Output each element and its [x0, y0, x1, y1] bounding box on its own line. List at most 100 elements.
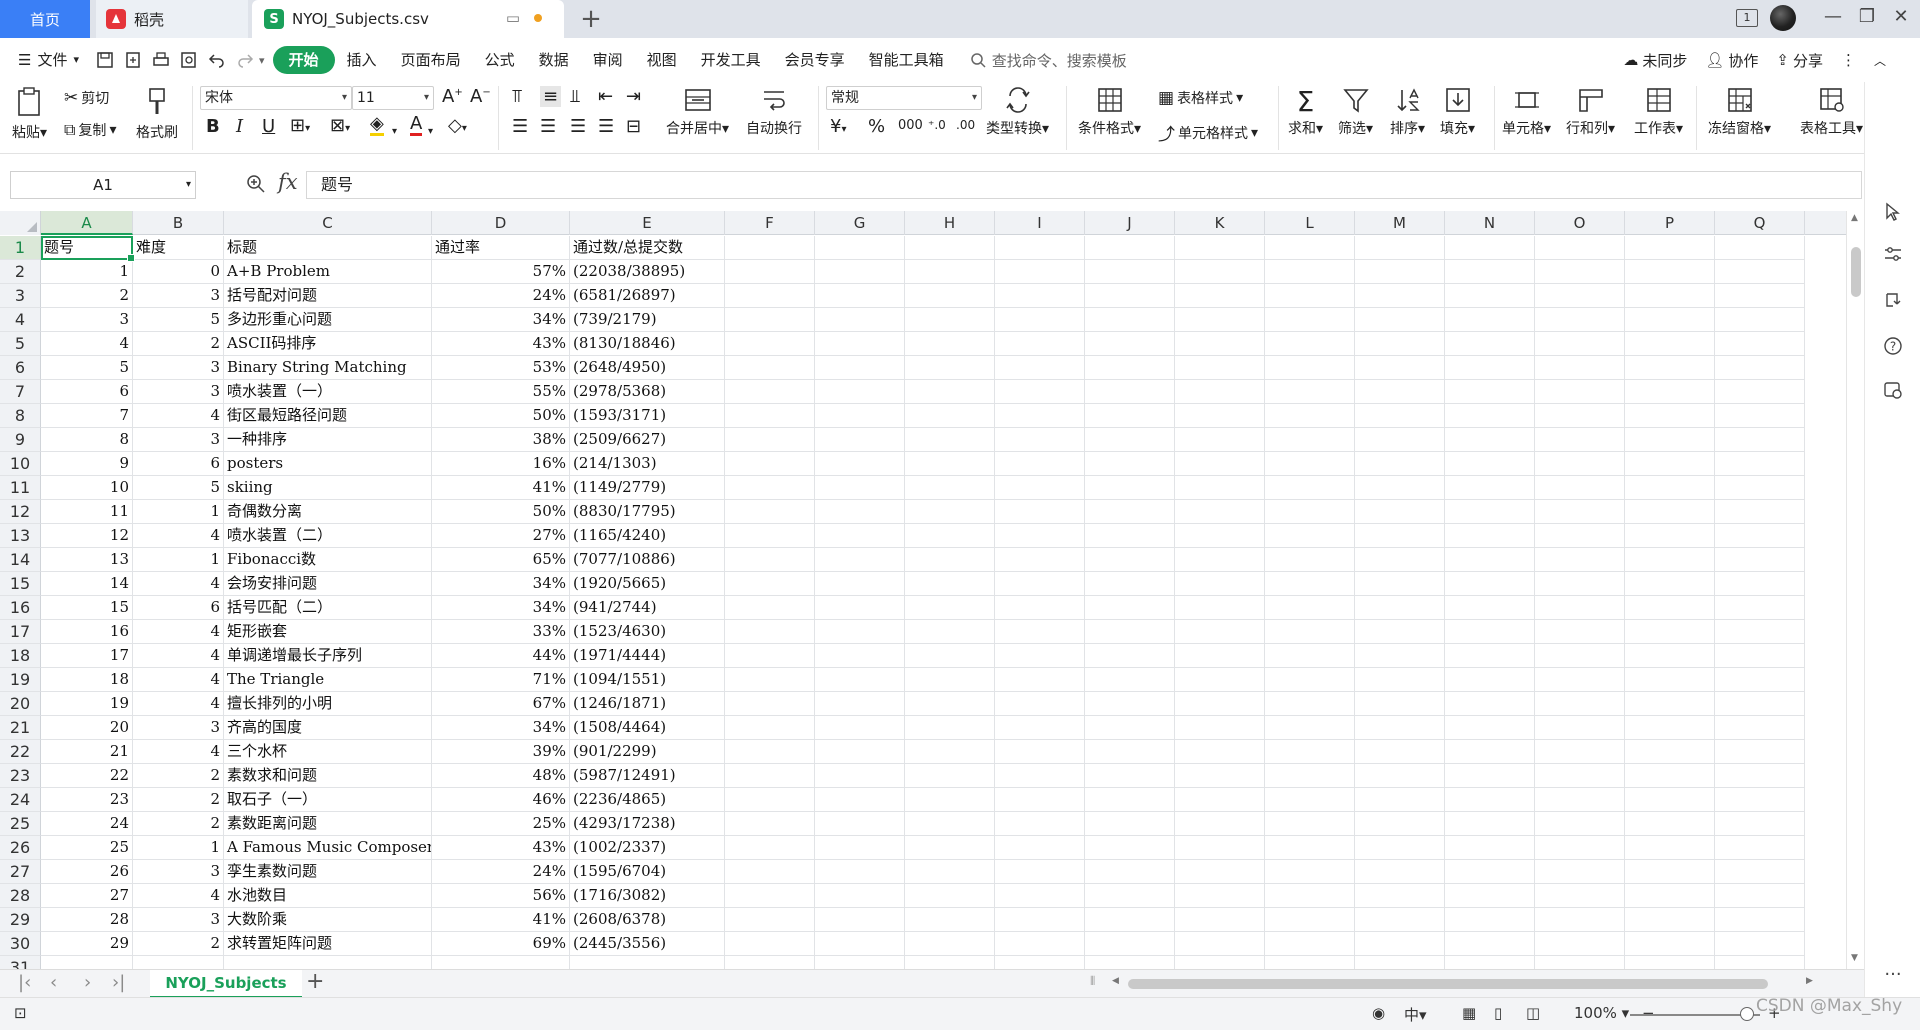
grid-cell[interactable]: [1715, 476, 1805, 500]
grid-cell[interactable]: 6: [133, 596, 224, 620]
sheet-tab[interactable]: NYOJ_Subjects: [150, 970, 302, 998]
grid-cell[interactable]: [1715, 428, 1805, 452]
row-header[interactable]: 21: [0, 716, 41, 740]
grid-cell[interactable]: (1920/5665): [570, 572, 725, 596]
row-header[interactable]: 13: [0, 524, 41, 548]
undo-icon[interactable]: [206, 49, 228, 71]
bold-icon[interactable]: B: [206, 116, 220, 137]
grid-cell[interactable]: [1535, 812, 1625, 836]
print-preview-icon[interactable]: [178, 49, 200, 71]
grid-cell[interactable]: [1355, 524, 1445, 548]
grid-cell[interactable]: [1265, 932, 1355, 956]
grid-cell[interactable]: [1265, 620, 1355, 644]
grid-cell[interactable]: [1265, 524, 1355, 548]
grid-cell[interactable]: [1535, 428, 1625, 452]
column-header[interactable]: P: [1625, 211, 1715, 235]
grid-cell[interactable]: [1535, 356, 1625, 380]
grid-cell[interactable]: [1355, 860, 1445, 884]
grid-cell[interactable]: 3: [133, 908, 224, 932]
grid-cell[interactable]: (7077/10886): [570, 548, 725, 572]
distributed-align-icon[interactable]: ⊟: [626, 116, 641, 137]
grid-cell[interactable]: [1445, 908, 1535, 932]
grid-cell[interactable]: [725, 836, 815, 860]
grid-cell[interactable]: 29: [41, 932, 133, 956]
grid-cell[interactable]: [905, 548, 995, 572]
grid-cell[interactable]: [725, 260, 815, 284]
column-header[interactable]: B: [133, 211, 224, 235]
cell-style-button[interactable]: ⤴ 单元格样式 ▾: [1158, 120, 1258, 146]
grid-cell[interactable]: [905, 836, 995, 860]
grid-cell[interactable]: 3: [133, 860, 224, 884]
grid-cell[interactable]: 25%: [432, 812, 570, 836]
grid-cell[interactable]: 34%: [432, 596, 570, 620]
grid-cell[interactable]: [1535, 572, 1625, 596]
grid-cell[interactable]: 14: [41, 572, 133, 596]
export-icon[interactable]: [122, 49, 144, 71]
grid-cell[interactable]: [995, 932, 1085, 956]
worksheet-button[interactable]: 工作表▾: [1634, 86, 1683, 138]
grid-cell[interactable]: [1355, 308, 1445, 332]
grid-cell[interactable]: [1715, 884, 1805, 908]
grid-cell[interactable]: [725, 452, 815, 476]
row-header[interactable]: 10: [0, 452, 41, 476]
grid-cell[interactable]: [1265, 692, 1355, 716]
grid-cell[interactable]: [1355, 644, 1445, 668]
grid-cell[interactable]: 27: [41, 884, 133, 908]
grid-cell[interactable]: [815, 524, 905, 548]
menu-data[interactable]: 数据: [527, 46, 581, 74]
grid-cell[interactable]: [995, 524, 1085, 548]
grid-cell[interactable]: 难度: [133, 236, 224, 260]
grid-cell[interactable]: [1355, 740, 1445, 764]
file-menu[interactable]: ☰ 文件 ▾: [0, 46, 91, 74]
grid-cell[interactable]: [1265, 596, 1355, 620]
column-header[interactable]: A: [41, 211, 133, 235]
grid-cell[interactable]: 24%: [432, 860, 570, 884]
scroll-down-icon[interactable]: ▼: [1851, 953, 1858, 963]
filter-button[interactable]: 筛选▾: [1338, 86, 1373, 138]
grid-cell[interactable]: 一种排序: [224, 428, 432, 452]
grid-cell[interactable]: [1625, 668, 1715, 692]
underline-icon[interactable]: U: [262, 116, 275, 137]
row-header[interactable]: 17: [0, 620, 41, 644]
border-icon[interactable]: ⊞▾: [290, 115, 310, 136]
collapse-ribbon-icon[interactable]: ︿: [1874, 52, 1886, 69]
grid-cell[interactable]: [1625, 692, 1715, 716]
grid-cell[interactable]: [995, 380, 1085, 404]
grid-cell[interactable]: [1445, 788, 1535, 812]
grid-cell[interactable]: [1085, 668, 1175, 692]
grid-cell[interactable]: [1625, 788, 1715, 812]
row-header[interactable]: 30: [0, 932, 41, 956]
grid-cell[interactable]: [1445, 860, 1535, 884]
grid-cell[interactable]: 65%: [432, 548, 570, 572]
grid-cell[interactable]: 20: [41, 716, 133, 740]
tab-file[interactable]: S NYOJ_Subjects.csv ▭: [252, 0, 564, 38]
grid-cell[interactable]: 13: [41, 548, 133, 572]
grid-cell[interactable]: [1265, 236, 1355, 260]
row-header[interactable]: 5: [0, 332, 41, 356]
grid-cell[interactable]: [1535, 788, 1625, 812]
column-header[interactable]: G: [815, 211, 905, 235]
grid-cell[interactable]: 标题: [224, 236, 432, 260]
grid-cell[interactable]: [725, 692, 815, 716]
format-painter-button[interactable]: 格式刷: [136, 86, 178, 142]
grid-cell[interactable]: 2: [133, 812, 224, 836]
grid-cell[interactable]: 大数阶乘: [224, 908, 432, 932]
grid-cell[interactable]: [1355, 572, 1445, 596]
grid-cell[interactable]: [1355, 908, 1445, 932]
grid-cell[interactable]: (8830/17795): [570, 500, 725, 524]
grid-cell[interactable]: [1355, 884, 1445, 908]
grid-cell[interactable]: 16: [41, 620, 133, 644]
grid-cell[interactable]: [1535, 740, 1625, 764]
minimize-icon[interactable]: —: [1818, 6, 1848, 27]
grid-cell[interactable]: [1625, 644, 1715, 668]
grid-cell[interactable]: 50%: [432, 500, 570, 524]
row-header[interactable]: 16: [0, 596, 41, 620]
grid-cell[interactable]: [1175, 236, 1265, 260]
grid-cell[interactable]: [1355, 932, 1445, 956]
grid-cell[interactable]: [1265, 404, 1355, 428]
grid-cell[interactable]: 34%: [432, 308, 570, 332]
grid-cell[interactable]: 26: [41, 860, 133, 884]
grid-cell[interactable]: 三个水杯: [224, 740, 432, 764]
grid-cell[interactable]: (2978/5368): [570, 380, 725, 404]
grid-cell[interactable]: [224, 956, 432, 969]
